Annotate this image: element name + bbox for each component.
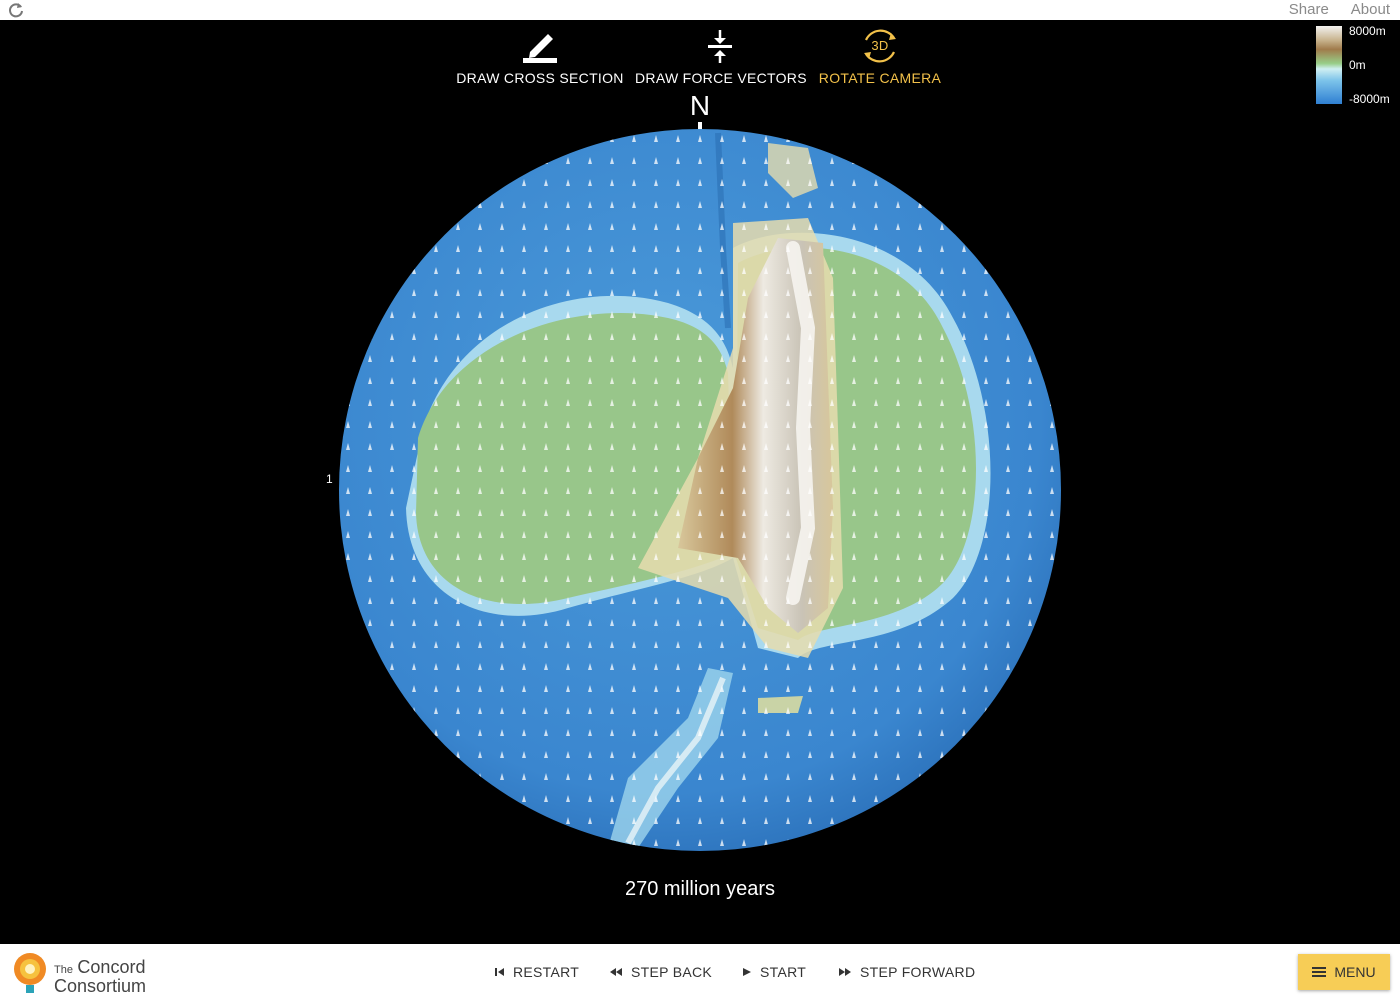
start-button[interactable]: START <box>742 962 806 982</box>
menu-label: MENU <box>1334 964 1376 980</box>
step-forward-icon <box>839 968 851 976</box>
time-label: 270 million years <box>624 878 776 900</box>
hamburger-icon <box>1312 967 1327 977</box>
force-arrows-icon <box>708 30 732 63</box>
restart-label: RESTART <box>513 964 580 980</box>
pencil-icon <box>523 34 557 63</box>
step-forward-button[interactable]: STEP FORWARD <box>838 962 975 982</box>
top-bar: Share About <box>0 0 1400 20</box>
latitude-marker: 1 <box>326 472 333 486</box>
elevation-color-scale <box>1316 26 1342 104</box>
lightbulb-logo-icon <box>14 953 46 993</box>
step-back-button[interactable]: STEP BACK <box>609 962 712 982</box>
step-back-icon <box>610 968 622 976</box>
draw-cross-section-label: DRAW CROSS SECTION <box>456 70 624 86</box>
draw-force-vectors-button[interactable]: DRAW FORCE VECTORS <box>635 22 807 86</box>
draw-cross-section-button[interactable]: DRAW CROSS SECTION <box>455 22 625 86</box>
start-label: START <box>760 964 807 980</box>
legend-max-label: 8000m <box>1349 24 1386 38</box>
logo-the: The <box>54 964 73 976</box>
share-link[interactable]: Share <box>1289 0 1329 20</box>
logo-consortium: Consortium <box>54 976 147 996</box>
logo-concord: Concord <box>77 957 146 977</box>
plate-velocity-arrows <box>339 129 1061 851</box>
play-icon <box>743 968 751 976</box>
logo-text: The Concord Consortium <box>54 957 147 996</box>
elevation-legend: 8000m 0m -8000m <box>1316 24 1396 106</box>
top-links: Share About <box>1289 0 1390 20</box>
restart-button[interactable]: RESTART <box>495 962 579 982</box>
rotate-icon-text: 3D <box>871 38 888 53</box>
rotate-camera-label: ROTATE CAMERA <box>818 70 942 86</box>
legend-mid-label: 0m <box>1349 58 1366 72</box>
draw-force-vectors-label: DRAW FORCE VECTORS <box>635 70 807 86</box>
bottom-bar: The Concord Consortium RESTART STEP BACK… <box>0 944 1400 1000</box>
planet-globe[interactable] <box>338 128 1062 852</box>
north-label: N <box>689 90 711 121</box>
concord-consortium-logo[interactable]: The Concord Consortium <box>8 949 168 997</box>
step-back-label: STEP BACK <box>631 964 713 980</box>
reload-icon[interactable] <box>7 1 25 19</box>
menu-button[interactable]: MENU <box>1298 954 1390 990</box>
about-link[interactable]: About <box>1351 0 1390 20</box>
rotate-camera-button[interactable]: 3D ROTATE CAMERA <box>800 22 960 86</box>
step-forward-label: STEP FORWARD <box>860 964 976 980</box>
rotate-3d-icon: 3D <box>864 29 896 63</box>
legend-min-label: -8000m <box>1349 92 1390 106</box>
restart-icon <box>495 968 504 976</box>
